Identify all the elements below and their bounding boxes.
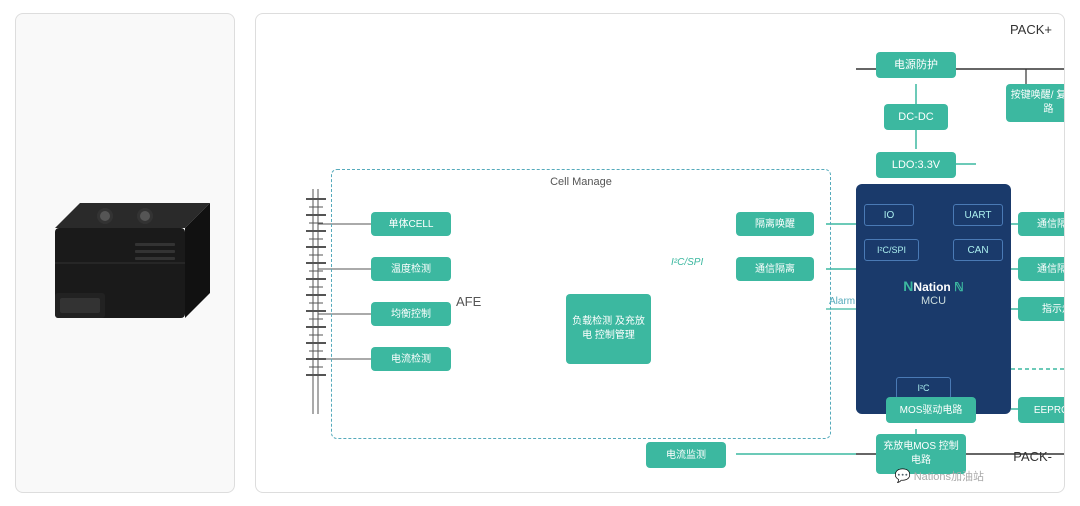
temp-detect-box: 温度检测: [371, 257, 451, 281]
afe-label: AFE: [456, 294, 481, 309]
block-diagram: Alarm: [256, 14, 1064, 492]
comm-isolation-can-box: 通信隔离: [1018, 257, 1065, 281]
pack-minus-label: PACK-: [1013, 449, 1052, 464]
diagram-panel: Alarm: [255, 13, 1065, 493]
watermark-text: Nations加油站: [914, 468, 984, 484]
cell-manage-label: Cell Manage: [550, 176, 612, 188]
uart-box: UART: [953, 204, 1003, 226]
current-detect-box: 电流检测: [371, 347, 451, 371]
io-box: IO: [864, 204, 914, 226]
mos-drive-box: MOS驱动电路: [886, 397, 976, 423]
comm-isolation-top-box: 通信隔离: [1018, 212, 1065, 236]
current-monitor-box: 电流监测: [646, 442, 726, 468]
can-box: CAN: [953, 239, 1003, 261]
mcu-model: MCU: [856, 295, 1011, 307]
single-cell-box: 单体CELL: [371, 212, 451, 236]
power-protection-box: 电源防护: [876, 52, 956, 78]
comm-isolation-mid-box: 通信隔离: [736, 257, 814, 281]
battery-image: [35, 173, 215, 333]
dc-dc-box: DC-DC: [884, 104, 948, 130]
load-detect-label: 负载检测 及充放电 控制管理: [570, 315, 647, 343]
svg-text:Alarm: Alarm: [829, 296, 855, 307]
balance-box: 均衡控制: [371, 302, 451, 326]
load-detect-box: 负载检测 及充放电 控制管理: [566, 294, 651, 364]
mcu-logo-area: NNation ℕ MCU: [856, 279, 1011, 307]
ldo-box: LDO:3.3V: [876, 152, 956, 178]
i2c-bottom-box: I²C: [896, 377, 951, 399]
button-wake-label: 按键唤醒/ 复位电路: [1010, 89, 1065, 117]
eeprom-box: EEPROM: [1018, 397, 1065, 423]
left-panel: [15, 13, 235, 493]
mcu-box: IO UART I²C/SPI CAN NNation ℕ MCU I²C: [856, 184, 1011, 414]
i2c-spi-box: I²C/SPI: [864, 239, 919, 261]
watermark: 💬 Nations加油站: [895, 468, 984, 484]
nation-text: Nation: [913, 280, 950, 294]
i2c-spi-afe-label: I²C/SPI: [671, 257, 703, 268]
button-wake-box: 按键唤醒/ 复位电路: [1006, 84, 1065, 122]
nation-brand: NNation ℕ: [856, 279, 1011, 293]
pack-plus-label: PACK+: [1010, 22, 1052, 37]
iso-wake-box: 隔离唤醒: [736, 212, 814, 236]
indicator-box: 指示灯: [1018, 297, 1065, 321]
charge-mos-label: 充放电MOS 控制电路: [880, 440, 962, 468]
